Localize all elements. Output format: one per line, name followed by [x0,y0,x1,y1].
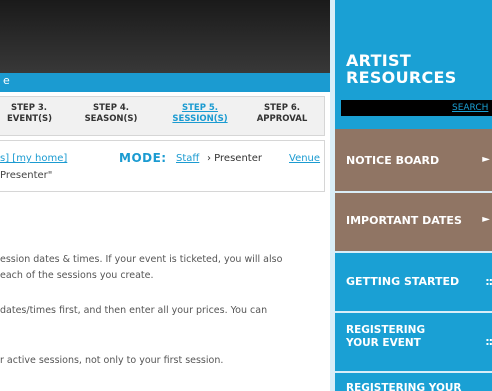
sidebar-item-getting-started[interactable]: GETTING STARTED :: [335,253,492,311]
mode-quote-text: Presenter" [0,170,53,181]
sidebar-title: ARTIST RESOURCES [346,52,457,86]
sidebar-item-notice-board-label: NOTICE BOARD [346,154,440,167]
sidebar-item-important-dates[interactable]: IMPORTANT DATES ► [335,193,492,251]
sidebar-item-important-dates-label: IMPORTANT DATES [346,214,462,227]
nav-links[interactable]: s] [my home] [0,153,67,164]
mode-staff-link[interactable]: Staff [176,153,199,164]
sidebar-item-registering-label-line-1: REGISTERING [346,324,426,336]
mode-venue-link[interactable]: Venue [289,153,320,164]
step-5-label: SESSION(S) [172,114,228,124]
sidebar-item-registering-your-event[interactable]: REGISTERING YOUR EVENT :: [335,313,492,371]
body-paragraph-1-line-1: ession dates & times. If your event is t… [0,254,283,265]
grip-dots-icon: :: [485,335,492,348]
step-3-label: EVENT(S) [7,114,52,124]
sidebar-search-input[interactable] [341,100,449,116]
sidebar-item-notice-board[interactable]: NOTICE BOARD ► [335,129,492,191]
header-banner [0,0,330,73]
arrow-right-icon: ► [482,214,490,225]
body-paragraph-2-line-1: dates/times first, and then enter all yo… [0,305,268,316]
step-3-number: STEP 3. [10,103,48,113]
sidebar-item-registering-your-label: REGISTERING YOUR [346,382,462,391]
sidebar-title-line-2: RESOURCES [346,68,457,87]
step-6-number: STEP 6. [263,103,301,113]
step-6-label: APPROVAL [256,114,308,124]
step-4[interactable]: STEP 4. SEASON(S) [84,103,138,125]
step-4-number: STEP 4. [92,103,130,113]
arrow-right-icon: ► [482,154,490,165]
body-paragraph-1-line-2: each of the sessions you create. [0,270,154,281]
sidebar-item-getting-started-label: GETTING STARTED [346,275,460,288]
step-5[interactable]: STEP 5. SESSION(S) [170,103,230,125]
step-6[interactable]: STEP 6. APPROVAL [254,103,310,125]
sidebar-title-line-1: ARTIST [346,51,412,70]
main-content: e STEP 3. EVENT(S) STEP 4. SEASON(S) STE… [0,0,330,391]
step-4-label: SEASON(S) [84,114,138,124]
sidebar-search-button[interactable]: SEARCH [452,103,488,113]
mode-bar: s] [my home] MODE: Staff › Presenter Ven… [0,140,325,192]
grip-dots-icon: :: [485,275,492,288]
body-paragraph-3-line-1: r active sessions, not only to your firs… [0,355,224,366]
mode-presenter-current: › Presenter [207,153,262,164]
subbar-text: e [3,74,10,87]
steps-bar: STEP 3. EVENT(S) STEP 4. SEASON(S) STEP … [0,96,325,136]
step-5-number: STEP 5. [181,103,219,113]
mode-label: MODE: [119,151,167,165]
sidebar-item-registering-your[interactable]: REGISTERING YOUR [335,373,492,391]
sidebar-item-registering-label: REGISTERING YOUR EVENT [346,324,425,350]
sidebar-item-registering-label-line-2: YOUR EVENT [346,337,421,349]
header-subbar: e [0,73,330,92]
step-3[interactable]: STEP 3. EVENT(S) [7,103,52,125]
